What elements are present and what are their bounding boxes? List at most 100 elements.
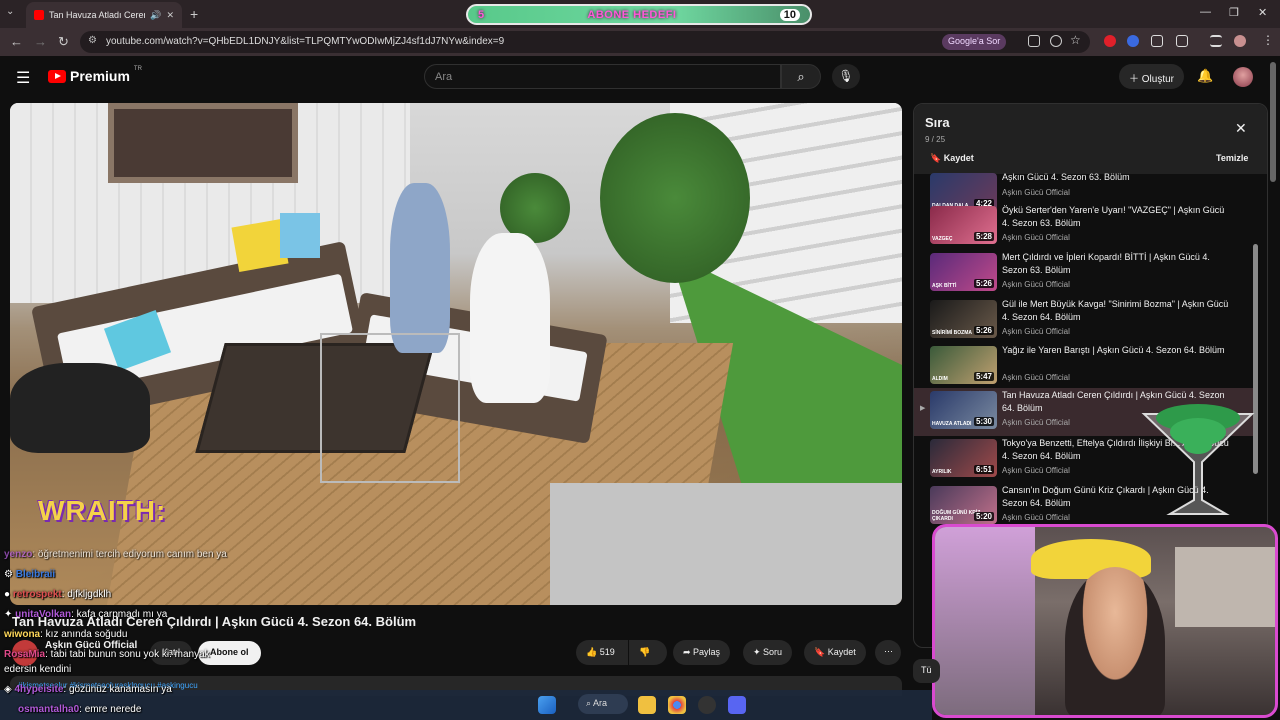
obs-icon[interactable] <box>698 696 716 714</box>
duration-badge: 5:26 <box>973 326 994 335</box>
ask-button[interactable]: ✦ Soru <box>743 640 793 665</box>
playlist-item[interactable]: SİNİRİMİ BOZMA 5:26 Gül ile Mert Büyük Ka… <box>914 297 1254 343</box>
back-icon[interactable]: ← <box>10 34 23 49</box>
playlist-item[interactable]: AŞK BİTTİ 5:26 Mert Çıldırdı ve İpleri Ko… <box>914 250 1254 296</box>
share-icon: ➦ <box>683 647 694 657</box>
more-actions-button[interactable]: ⋯ <box>875 640 901 665</box>
chat-user: 4hypeisite <box>14 684 64 695</box>
playlist-thumbnail: AŞK BİTTİ 5:26 <box>930 253 997 291</box>
chat-text: : djfkljgdklh <box>61 589 112 600</box>
search-button[interactable]: ⌕ <box>781 64 821 89</box>
more-icon: ⋯ <box>884 646 893 656</box>
scene-plant-large <box>600 113 750 283</box>
playlist-position: 9 / 25 <box>925 135 946 144</box>
cocktail-glass-overlay <box>1141 404 1255 515</box>
notifications-bell-icon[interactable]: 🔔 <box>1197 68 1213 84</box>
thumb-caption: AŞK BİTTİ <box>932 283 957 289</box>
cast-icon[interactable] <box>1028 35 1040 47</box>
playlist-save-button[interactable]: 🔖 Kaydet <box>930 153 974 164</box>
profile-avatar-icon[interactable] <box>1234 35 1246 47</box>
playlist-item-title: Gül ile Mert Büyük Kavga! "Sinirimi Bozm… <box>1002 299 1229 322</box>
scene-person-woman <box>390 183 450 353</box>
bookmark-star-icon[interactable]: ☆ <box>1070 33 1081 47</box>
thumb-caption: SİNİRİMİ BOZMA <box>932 330 972 336</box>
chat-text: : tabi tabi bunun sonu yok ki. manyak <box>45 649 210 660</box>
google-ask-button[interactable]: Google'a Sor <box>942 34 1007 50</box>
video-player[interactable]: WRAITH: <box>10 103 902 605</box>
playlist-item-title: Öykü Serter'den Yaren'e Uyarı! "VAZGEÇ" … <box>1002 205 1225 228</box>
scene-birdcage <box>320 333 460 483</box>
extension-square-icon[interactable] <box>1151 35 1163 47</box>
playlist-close-icon[interactable]: ✕ <box>1235 120 1247 137</box>
webcam-streamer <box>1065 567 1165 715</box>
audio-playing-icon[interactable]: 🔊 <box>150 10 161 21</box>
search-input[interactable]: Ara <box>424 64 781 89</box>
chat-user: wiwona <box>4 629 41 640</box>
thumb-caption: VAZGEÇ <box>932 236 953 242</box>
scene-tiles <box>550 483 902 605</box>
playlist-item-title: Yağız ile Yaren Barıştı | Aşkın Gücü 4. … <box>1002 345 1225 355</box>
chat-text: : gözünüz kanamasın ya <box>63 684 172 695</box>
discord-icon[interactable] <box>728 696 746 714</box>
chrome-icon[interactable] <box>668 696 686 714</box>
like-button[interactable]: 👍 519 <box>576 640 628 665</box>
chat-text: edersin kendini <box>4 664 72 675</box>
chat-line: yenzo: öğretmenimi tercih ediyorum canım… <box>4 549 227 560</box>
forward-icon[interactable]: → <box>34 34 47 49</box>
browser-tab-active[interactable]: Tan Havuza Atladı Ceren Çıl... 🔊 ✕ <box>26 2 182 28</box>
save-button[interactable]: 🔖 Kaydet <box>804 640 866 665</box>
chat-user: RosaMia <box>4 649 46 660</box>
reload-icon[interactable]: ↻ <box>58 34 69 50</box>
restore-icon[interactable]: ❐ <box>1229 6 1239 19</box>
new-tab-icon[interactable]: + <box>190 6 198 22</box>
site-info-icon[interactable]: ⚙ <box>88 35 97 46</box>
scene-person-lying <box>10 363 150 453</box>
chat-line: wiwona: kız anında soğudu <box>4 629 127 640</box>
playlist-item[interactable]: ALDIM 5:47 Yağız ile Yaren Barıştı | Aşkı… <box>914 343 1254 389</box>
dislike-button[interactable]: 👎 <box>629 640 667 665</box>
extension-red-icon[interactable] <box>1104 35 1116 47</box>
now-playing-icon: ▶ <box>920 405 926 412</box>
eye-off-icon[interactable] <box>1050 35 1062 47</box>
extension-blue-icon[interactable] <box>1127 35 1139 47</box>
ask-label: Soru <box>763 647 783 657</box>
playlist-item-title: Aşkın Gücü 4. Sezon 63. Bölüm <box>1002 172 1130 182</box>
playlist-thumbnail: VAZGEÇ 5:28 <box>930 206 997 244</box>
chat-badge-icon: ● <box>4 589 13 600</box>
duration-badge: 6:51 <box>973 465 994 474</box>
page-scrollbar[interactable] <box>1270 62 1276 182</box>
address-bar[interactable]: ⚙ youtube.com/watch?v=QHbEDL1DNJY&list=T… <box>80 31 1090 53</box>
chat-badge-icon: ◈ <box>4 684 15 695</box>
duration-badge: 5:30 <box>973 417 994 426</box>
filter-chip-all[interactable]: Tü <box>913 659 940 683</box>
playlist-item[interactable]: VAZGEÇ 5:28 Öykü Serter'den Yaren'e Uyarı… <box>914 203 1254 249</box>
minimize-icon[interactable]: — <box>1200 6 1211 18</box>
create-button[interactable]: ＋ Oluştur <box>1119 64 1185 89</box>
windows-start-icon[interactable] <box>538 696 556 714</box>
tab-close-icon[interactable]: ✕ <box>166 10 174 21</box>
tab-list-chevron-icon[interactable]: ⌄ <box>6 6 14 17</box>
logo-premium-text: Premium <box>70 68 130 84</box>
browser-menu-icon[interactable]: ⋮ <box>1262 33 1274 47</box>
youtube-favicon-icon <box>34 10 44 20</box>
hamburger-menu-icon[interactable]: ☰ <box>16 68 30 88</box>
playlist-clear-button[interactable]: Temizle <box>1216 153 1248 163</box>
thumb-caption: ALDIM <box>932 376 948 382</box>
duration-badge: 5:20 <box>973 512 994 521</box>
playlist-thumbnail: DOĞUM GÜNÜ KRİZ ÇIKARDI 5:20 <box>930 486 997 524</box>
scene-window <box>108 103 298 183</box>
account-avatar[interactable] <box>1233 67 1253 87</box>
extensions-puzzle-icon[interactable] <box>1176 35 1188 47</box>
share-label: Paylaş <box>693 647 721 657</box>
file-explorer-icon[interactable] <box>638 696 656 714</box>
scene-lightblue-pillow <box>280 213 320 258</box>
save-label: Kaydet <box>827 647 856 657</box>
voice-search-button[interactable]: 🎙 <box>832 64 860 89</box>
share-button[interactable]: ➦ Paylaş <box>673 640 731 665</box>
subscriber-goal-overlay: 5 ABONE HEDEFI 10 <box>466 4 812 25</box>
reading-list-icon[interactable] <box>1210 35 1222 47</box>
youtube-logo[interactable]: Premium TR <box>48 66 142 84</box>
window-close-icon[interactable]: ✕ <box>1258 6 1267 19</box>
taskbar-search[interactable]: ⌕ Ara <box>578 694 628 714</box>
chat-line: RosaMia: tabi tabi bunun sonu yok ki. ma… <box>4 649 210 660</box>
